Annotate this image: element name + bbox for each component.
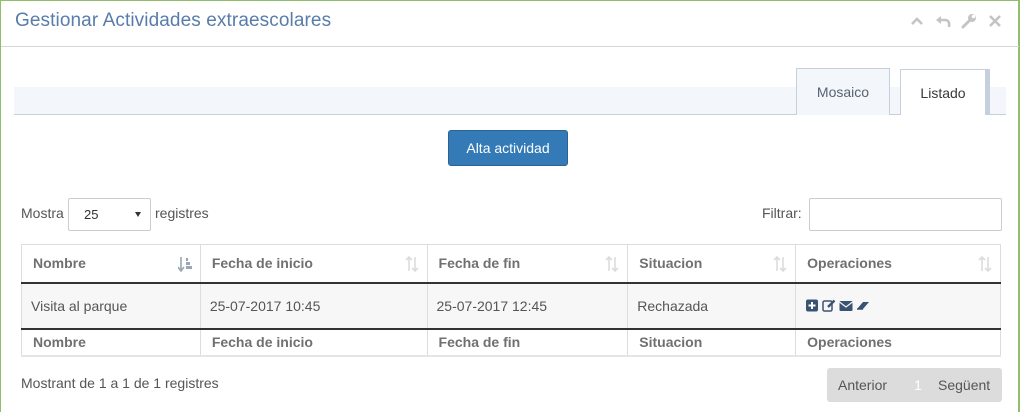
column-header-label: Nombre: [33, 255, 86, 272]
footer-nombre: Nombre: [21, 328, 201, 357]
alta-actividad-button[interactable]: Alta actividad: [448, 130, 568, 166]
table-info: Mostrant de 1 a 1 de 1 registres: [21, 375, 219, 391]
length-suffix-label: registres: [155, 205, 209, 221]
tab-mosaico[interactable]: Mosaico: [796, 68, 890, 115]
sort-both-icon: [605, 255, 619, 273]
pagination: Anterior 1 Següent: [827, 368, 1002, 402]
page-title: Gestionar Actividades extraescolares: [15, 10, 332, 31]
column-header-label: Situacion: [639, 255, 703, 272]
cell-operaciones: [795, 282, 1001, 330]
plus-square-icon[interactable]: [805, 299, 819, 312]
column-header-nombre[interactable]: Nombre: [21, 244, 201, 284]
activities-table: Nombre Fecha de inicio Fecha de fin Situ…: [21, 244, 1001, 357]
pagination-next[interactable]: Següent: [933, 377, 990, 393]
footer-operaciones: Operaciones: [795, 328, 1001, 357]
widget-header: Gestionar Actividades extraescolares: [1, 1, 1019, 47]
cell-fecha-inicio: 25-07-2017 10:45: [199, 282, 428, 330]
table-row: Visita al parque 25-07-2017 10:45 25-07-…: [21, 282, 1001, 330]
column-header-situacion[interactable]: Situacion: [627, 244, 797, 284]
sort-asc-icon: [177, 256, 192, 273]
table-header-row: Nombre Fecha de inicio Fecha de fin Situ…: [21, 244, 1001, 284]
caret-down-icon: [135, 212, 141, 217]
close-icon[interactable]: [987, 13, 1003, 29]
footer-fecha-fin: Fecha de fin: [426, 328, 629, 357]
pagination-page-current[interactable]: 1: [903, 377, 933, 393]
widget-toolbar: [909, 13, 1003, 29]
sort-both-icon: [978, 255, 992, 273]
pagination-previous[interactable]: Anterior: [827, 377, 903, 393]
column-header-label: Operaciones: [807, 255, 892, 272]
wrench-icon[interactable]: [961, 13, 977, 29]
envelope-icon[interactable]: [839, 299, 853, 312]
footer-fecha-inicio: Fecha de inicio: [199, 328, 428, 357]
filter-input[interactable]: [809, 198, 1002, 231]
column-header-operaciones[interactable]: Operaciones: [795, 244, 1001, 284]
sort-both-icon: [404, 255, 419, 273]
chevron-up-icon[interactable]: [909, 13, 925, 29]
undo-icon[interactable]: [935, 13, 951, 29]
page-length-select[interactable]: 25: [68, 198, 151, 231]
column-header-fecha-fin[interactable]: Fecha de fin: [426, 244, 629, 284]
operations-group: [805, 299, 991, 312]
length-prefix-label: Mostra: [21, 205, 64, 221]
edit-icon[interactable]: [822, 299, 836, 312]
sort-both-icon: [773, 255, 787, 273]
cell-fecha-fin: 25-07-2017 12:45: [426, 282, 629, 330]
cell-situacion: Rechazada: [627, 282, 797, 330]
filter-label: Filtrar:: [762, 205, 802, 221]
column-header-label: Fecha de inicio: [211, 255, 313, 272]
column-header-fecha-inicio[interactable]: Fecha de inicio: [199, 244, 428, 284]
footer-situacion: Situacion: [627, 328, 797, 357]
column-header-label: Fecha de fin: [438, 255, 521, 272]
tab-listado[interactable]: Listado: [900, 69, 990, 115]
table-footer-row: Nombre Fecha de inicio Fecha de fin Situ…: [21, 328, 1001, 357]
cell-nombre: Visita al parque: [21, 282, 201, 330]
eraser-icon[interactable]: [856, 299, 870, 312]
page-length-value: 25: [84, 207, 99, 222]
activities-widget: Gestionar Actividades extraescolares Mos…: [0, 0, 1020, 412]
